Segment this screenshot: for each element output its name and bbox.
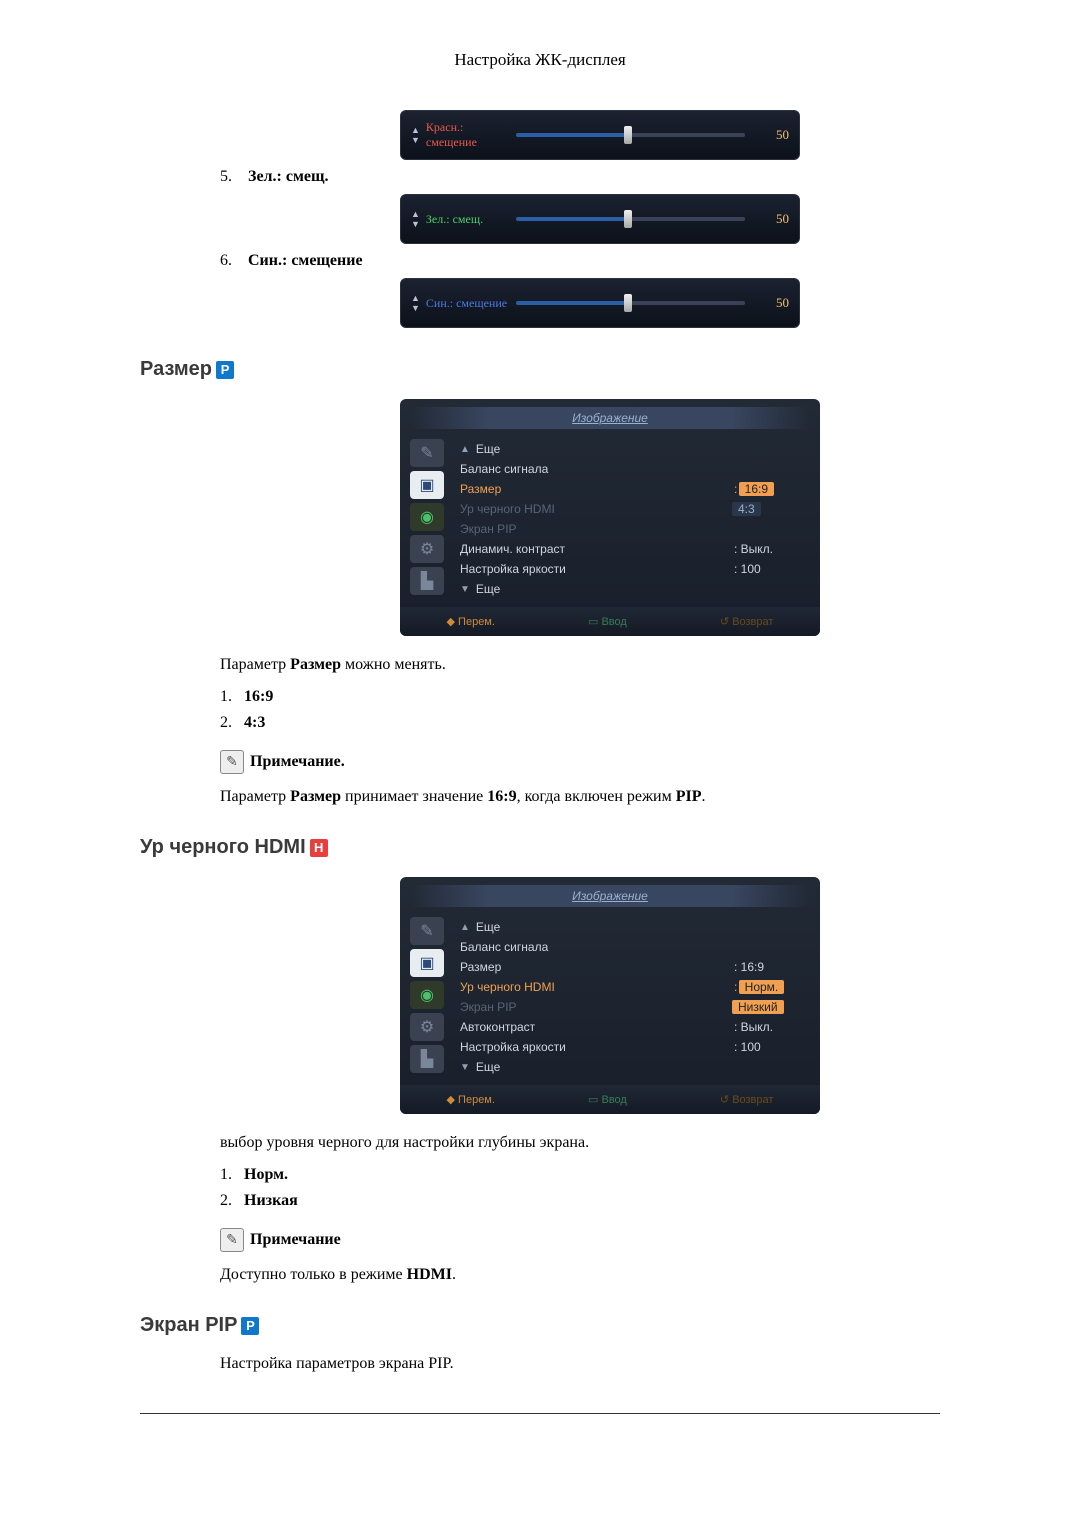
osd-value-alt[interactable]: Низкий: [732, 1000, 784, 1014]
list-number: 5.: [220, 168, 244, 186]
osd-sidebar: ✎ ▣ ◉ ⚙ ▙: [410, 439, 446, 599]
slider-value: 50: [753, 295, 789, 311]
size-note-text: Параметр Размер принимает значение 16:9,…: [220, 788, 940, 806]
osd-menu-size: Изображение ✎ ▣ ◉ ⚙ ▙ ▲Еще Баланс сигнал…: [400, 399, 820, 636]
osd-menu-list: ▲Еще Баланс сигнала Размер: 16:9 Ур черн…: [460, 917, 810, 1077]
size-note-heading: ✎ Примечание.: [220, 750, 940, 774]
slider-value: 50: [753, 211, 789, 227]
osd-item[interactable]: Размер: [460, 960, 734, 974]
slider-stepper-icon[interactable]: ▲▼: [411, 293, 420, 313]
down-arrow-icon: ▼: [460, 584, 470, 595]
size-heading: Размер P: [140, 358, 940, 381]
osd-value: : 100: [734, 1040, 804, 1054]
page-title: Настройка ЖК-дисплея: [140, 50, 940, 70]
osd-value: : Выкл.: [734, 542, 804, 556]
up-arrow-icon: ▲: [460, 922, 470, 933]
slider-thumb[interactable]: [624, 210, 632, 228]
osd-item[interactable]: Настройка яркости: [460, 562, 734, 576]
red-offset-row: ▲▼ Красн.: смещение 50: [240, 110, 940, 160]
osd-item[interactable]: Баланс сигнала: [460, 462, 804, 476]
slider-label: Син.: смещение: [426, 296, 516, 311]
osd-item-selected[interactable]: Ур черного HDMI: [460, 980, 734, 994]
pip-description: Настройка параметров экрана PIP.: [220, 1355, 940, 1373]
osd-tab-icon[interactable]: ✎: [410, 917, 444, 945]
p-tag-icon: P: [216, 361, 234, 379]
osd-tab-icon[interactable]: ◉: [410, 981, 444, 1009]
hdmi-description: выбор уровня черного для настройки глуби…: [220, 1134, 940, 1152]
list-item-5: 5. Зел.: смещ.: [220, 168, 940, 186]
osd-item[interactable]: Экран PIP: [460, 1000, 734, 1014]
osd-item[interactable]: Динамич. контраст: [460, 542, 734, 556]
note-icon: ✎: [220, 750, 244, 774]
pip-heading: Экран PIP P: [140, 1314, 940, 1337]
hdmi-note-text: Доступно только в режиме HDMI.: [220, 1266, 940, 1284]
note-icon: ✎: [220, 1228, 244, 1252]
osd-tab-icon[interactable]: ⚙: [410, 535, 444, 563]
osd-item[interactable]: Экран PIP: [460, 522, 804, 536]
osd-tab-icon[interactable]: ◉: [410, 503, 444, 531]
osd-item[interactable]: Настройка яркости: [460, 1040, 734, 1054]
osd-value: : 16:9: [734, 960, 804, 974]
size-option-1: 1.16:9: [220, 688, 940, 706]
hdmi-heading: Ур черного HDMI H: [140, 836, 940, 859]
list-label: Зел.: смещ.: [248, 168, 328, 185]
red-offset-slider[interactable]: ▲▼ Красн.: смещение 50: [400, 110, 800, 160]
osd-sidebar: ✎ ▣ ◉ ⚙ ▙: [410, 917, 446, 1077]
osd-tab-icon[interactable]: ✎: [410, 439, 444, 467]
size-description: Параметр Размер можно менять.: [220, 656, 940, 674]
list-label: Син.: смещение: [248, 252, 363, 269]
osd-title: Изображение: [410, 885, 810, 907]
osd-tab-icon[interactable]: ▣: [410, 949, 444, 977]
osd-item[interactable]: Баланс сигнала: [460, 940, 804, 954]
osd-menu-list: ▲Еще Баланс сигнала Размер: 16:9 Ур черн…: [460, 439, 810, 599]
osd-tab-icon[interactable]: ▣: [410, 471, 444, 499]
osd-item[interactable]: Автоконтраст: [460, 1020, 734, 1034]
slider-label: Красн.: смещение: [426, 120, 516, 150]
p-tag-icon: P: [241, 1317, 259, 1335]
footer-divider: [140, 1413, 940, 1414]
osd-tab-icon[interactable]: ▙: [410, 1045, 444, 1073]
osd-tab-icon[interactable]: ⚙: [410, 1013, 444, 1041]
hdmi-option-2: 2.Низкая: [220, 1192, 940, 1210]
up-arrow-icon: ▲: [460, 444, 470, 455]
slider-stepper-icon[interactable]: ▲▼: [411, 209, 420, 229]
osd-value-highlight[interactable]: 16:9: [739, 482, 774, 496]
osd-footer: ◆ Перем. ▭ Ввод ↺ Возврат: [400, 1085, 820, 1114]
osd-value: : 100: [734, 562, 804, 576]
h-tag-icon: H: [310, 839, 328, 857]
green-offset-slider[interactable]: ▲▼ Зел.: смещ. 50: [400, 194, 800, 244]
osd-value: : Выкл.: [734, 1020, 804, 1034]
osd-item[interactable]: Ур черного HDMI: [460, 502, 734, 516]
green-offset-row: ▲▼ Зел.: смещ. 50: [240, 194, 940, 244]
hdmi-note-heading: ✎ Примечание: [220, 1228, 940, 1252]
slider-stepper-icon[interactable]: ▲▼: [411, 125, 420, 145]
osd-item-selected[interactable]: Размер: [460, 482, 734, 496]
osd-footer: ◆ Перем. ▭ Ввод ↺ Возврат: [400, 607, 820, 636]
list-item-6: 6. Син.: смещение: [220, 252, 940, 270]
osd-value-highlight[interactable]: Норм.: [739, 980, 785, 994]
slider-label: Зел.: смещ.: [426, 212, 516, 227]
size-option-2: 2.4:3: [220, 714, 940, 732]
slider-value: 50: [753, 127, 789, 143]
blue-offset-row: ▲▼ Син.: смещение 50: [240, 278, 940, 328]
blue-offset-slider[interactable]: ▲▼ Син.: смещение 50: [400, 278, 800, 328]
slider-thumb[interactable]: [624, 126, 632, 144]
hdmi-option-1: 1.Норм.: [220, 1166, 940, 1184]
slider-thumb[interactable]: [624, 294, 632, 312]
osd-value-alt[interactable]: 4:3: [732, 502, 761, 516]
osd-title: Изображение: [410, 407, 810, 429]
osd-menu-hdmi: Изображение ✎ ▣ ◉ ⚙ ▙ ▲Еще Баланс сигнал…: [400, 877, 820, 1114]
list-number: 6.: [220, 252, 244, 270]
down-arrow-icon: ▼: [460, 1062, 470, 1073]
osd-tab-icon[interactable]: ▙: [410, 567, 444, 595]
